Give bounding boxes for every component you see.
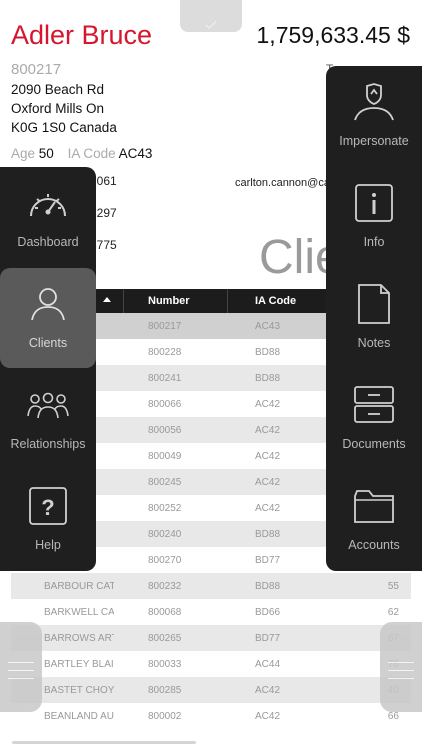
action-item-impersonate[interactable]: Impersonate [326,66,422,166]
client-number-cell: 800033 [148,659,182,670]
age-label: Age [11,146,36,161]
client-actions-menu: Impersonate Info Notes Documents Account… [326,66,422,571]
ia-code-cell: BD88 [255,581,281,592]
client-number-cell: 800002 [148,711,182,722]
client-number-cell: 800265 [148,633,182,644]
column-header-number[interactable]: Number [148,295,190,307]
client-name-cell: BEANLAND AUG [44,711,114,722]
nav-item-dashboard[interactable]: Dashboard [0,167,96,267]
column-header-ia-code[interactable]: IA Code [255,295,296,307]
left-drawer-handle[interactable] [0,622,42,712]
ia-code-cell: BD88 [255,529,281,540]
info-icon [350,179,398,227]
ia-code-cell: BD77 [255,555,281,566]
ia-code-cell: BD77 [255,633,281,644]
group-icon [24,381,72,429]
ia-code-cell: AC42 [255,399,281,410]
nav-item-clients[interactable]: Clients [0,268,96,368]
nav-item-help[interactable]: ? Help [0,470,96,570]
person-icon [24,280,72,328]
nav-label-relationships: Relationships [10,437,86,451]
action-label-notes: Notes [357,336,391,350]
action-item-accounts[interactable]: Accounts [326,470,422,570]
speedometer-icon [24,179,72,227]
client-name-cell: BARBOUR CATHI [44,581,114,592]
client-name-cell: BARKWELL CARL [44,607,114,618]
client-name-cell: BASTET CHOY [44,685,114,696]
client-number-cell: 800056 [148,425,182,436]
client-number-cell: 800232 [148,581,182,592]
nav-label-clients: Clients [28,336,68,350]
client-number-cell: 800049 [148,451,182,462]
email-link[interactable]: carlton.cannon@ca [235,177,330,189]
sort-ascending-icon[interactable] [103,297,111,302]
action-label-documents: Documents [342,437,406,451]
client-balance: 1,759,633.45 $ [256,22,410,48]
ia-code-cell: BD66 [255,607,281,618]
impersonate-icon [350,78,398,126]
ia-code-cell: AC42 [255,711,281,722]
client-number-cell: 800270 [148,555,182,566]
main-nav-menu: Dashboard Clients Relationships ? Help [0,167,96,571]
client-number-cell: 800285 [148,685,182,696]
right-drawer-handle[interactable] [380,622,422,712]
client-number-cell: 800241 [148,373,182,384]
client-number-cell: 800252 [148,503,182,514]
nav-item-relationships[interactable]: Relationships [0,369,96,469]
table-row[interactable]: BEANLAND AUG 800002 AC42 66 [11,703,411,729]
ia-code-cell: AC44 [255,659,281,670]
client-name-cell: BARTLEY BLAINE [44,659,114,670]
nav-label-dashboard: Dashboard [17,235,79,249]
column-divider [227,289,228,313]
svg-text:?: ? [41,495,54,520]
table-row[interactable]: BARTLEY BLAINE800033AC4476 [11,651,411,677]
client-name-cell: BARROWS ARTH [44,633,114,644]
client-number-cell: 800228 [148,347,182,358]
address-line-3: K0G 1S0 Canada [11,120,117,135]
client-number-cell: 800240 [148,529,182,540]
client-number-cell: 800245 [148,477,182,488]
drawer-icon [350,381,398,429]
ia-code-cell: AC42 [255,685,281,696]
ia-code-cell: AC43 [255,321,281,332]
table-row[interactable]: BARROWS ARTH800265BD7767 [11,625,411,651]
question-icon: ? [24,482,72,530]
ia-code-label: IA Code [67,146,116,161]
scroll-indicator [12,741,196,744]
chevron-down-icon [205,18,217,29]
ia-code-cell: AC42 [255,425,281,436]
ia-code-value: AC43 [118,146,153,161]
age-value: 50 [38,146,54,161]
address-line-1: 2090 Beach Rd [11,82,105,97]
folder-icon [350,482,398,530]
client-number-cell: 800068 [148,607,182,618]
client-number-cell: 800217 [148,321,182,332]
client-id: 800217 [11,61,62,78]
ia-code-cell: BD88 [255,373,281,384]
client-name: Adler Bruce [11,20,153,50]
age-ia-row: Age 50 IA Code AC43 [11,146,162,161]
action-label-info: Info [363,235,385,249]
top-pull-tab[interactable] [180,0,242,32]
action-item-notes[interactable]: Notes [326,268,422,368]
table-row[interactable]: BASTET CHOY800285AC4240 [11,677,411,703]
action-item-documents[interactable]: Documents [326,369,422,469]
address-line-2: Oxford Mills On [11,101,105,116]
note-icon [350,280,398,328]
age-cell: 66 [387,711,399,722]
action-item-info[interactable]: Info [326,167,422,267]
age-cell: 55 [387,581,399,592]
ia-code-cell: AC42 [255,477,281,488]
ia-code-cell: BD88 [255,347,281,358]
action-label-accounts: Accounts [348,538,400,552]
ia-code-cell: AC42 [255,503,281,514]
table-row[interactable]: BARKWELL CARL 800068 BD66 62 [11,599,411,625]
ia-code-cell: AC42 [255,451,281,462]
client-number-cell: 800066 [148,399,182,410]
age-cell: 62 [387,607,399,618]
nav-label-help: Help [35,538,61,552]
column-divider [123,289,124,313]
action-label-impersonate: Impersonate [339,134,409,148]
table-row[interactable]: BARBOUR CATHI 800232 BD88 55 [11,573,411,599]
